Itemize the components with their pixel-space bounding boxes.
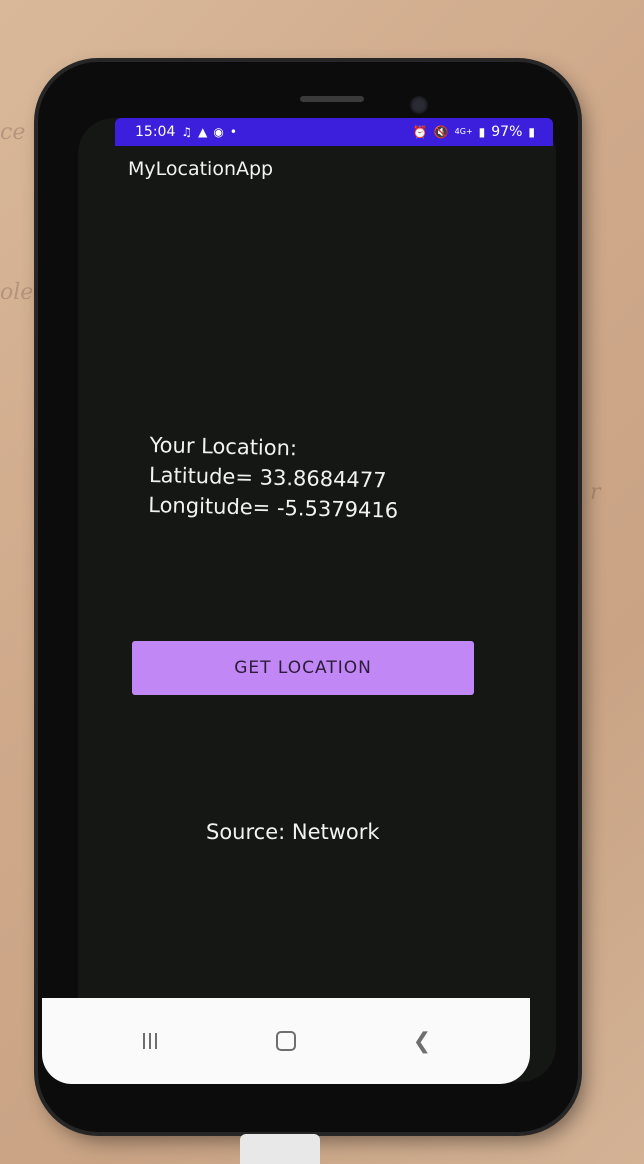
usb-cable [240, 1134, 320, 1164]
back-icon: ❮ [412, 1028, 432, 1054]
battery-percent: 97% [491, 124, 523, 140]
app-title: MyLocationApp [128, 158, 274, 180]
desk-handwriting: ole [0, 280, 34, 305]
source-label: Source: Network [206, 820, 380, 844]
notification-icon: ▲ [198, 125, 208, 139]
signal-icon: ▮ [478, 125, 486, 139]
earpiece [300, 96, 364, 102]
get-location-button[interactable]: GET LOCATION [132, 641, 474, 695]
navigation-bar: ❮ [42, 998, 530, 1084]
status-left: 15:04 ♫ ▲ ◉ • [135, 124, 237, 140]
app-screen [78, 118, 556, 1082]
desk-handwriting: r [590, 480, 601, 505]
location-info: Your Location: Latitude= 33.8684477 Long… [148, 430, 400, 526]
status-right: ⏰ 🔇 4G+ ▮ 97% ▮ [413, 124, 535, 140]
battery-icon: ▮ [528, 125, 535, 139]
dot-icon: • [229, 125, 237, 139]
front-camera [410, 96, 428, 114]
recents-button[interactable] [120, 1016, 180, 1066]
back-button[interactable]: ❮ [392, 1016, 452, 1066]
status-time: 15:04 [135, 124, 176, 140]
notification-icon: ♫ [181, 125, 193, 139]
home-icon [276, 1031, 296, 1051]
instagram-icon: ◉ [213, 125, 224, 139]
desk-handwriting: ce [0, 120, 26, 145]
mute-icon: 🔇 [433, 125, 449, 139]
alarm-icon: ⏰ [412, 125, 428, 139]
status-bar: 15:04 ♫ ▲ ◉ • ⏰ 🔇 4G+ ▮ 97% ▮ [115, 118, 553, 146]
longitude-value: Longitude= -5.5379416 [148, 492, 399, 523]
network-4g-icon: 4G+ [454, 127, 473, 136]
home-button[interactable] [256, 1016, 316, 1066]
recents-icon [143, 1033, 157, 1049]
